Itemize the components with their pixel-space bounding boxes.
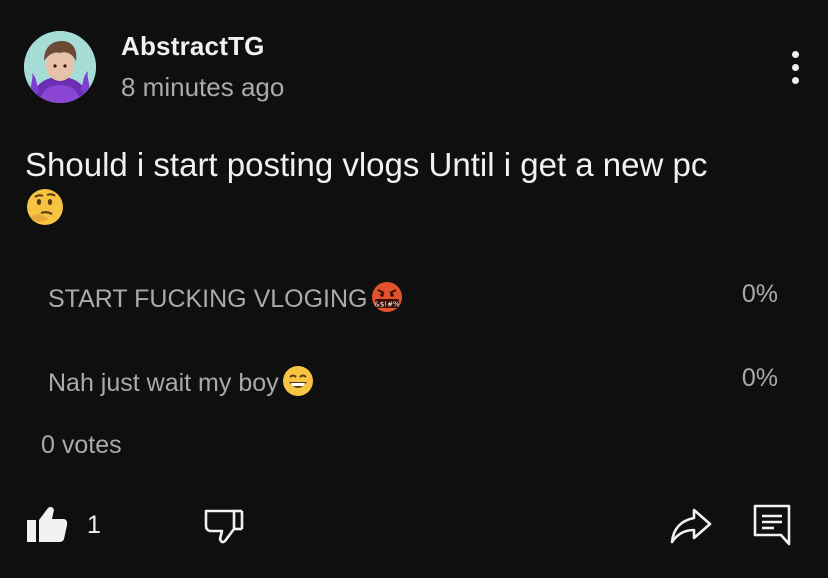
poll-option-percent: 0% [741, 364, 778, 392]
vote-count: 0 votes [41, 431, 122, 459]
community-post: AbstractTG 8 minutes ago Should i start … [0, 0, 828, 578]
dislike-button[interactable] [200, 502, 248, 548]
like-count: 1 [87, 511, 101, 539]
svg-text:&$!#%: &$!#% [374, 301, 400, 309]
poll-option-label: Nah just wait my boy [48, 369, 279, 398]
poll-option-label: START FUCKING VLOGING [48, 285, 368, 314]
thumbs-down-icon [204, 509, 244, 544]
comment-button[interactable] [752, 502, 792, 548]
like-button[interactable] [24, 502, 74, 548]
post-text: Should i start posting vlogs Until i get… [25, 146, 708, 183]
more-vert-icon [792, 51, 799, 58]
share-button[interactable] [668, 504, 716, 548]
thumbs-up-icon [27, 506, 68, 542]
share-icon [670, 508, 712, 544]
poll-option[interactable]: START FUCKING VLOGING &$!#% 0% [24, 266, 804, 326]
post-timestamp: 8 minutes ago [121, 72, 285, 102]
grinning-face-icon [281, 364, 315, 405]
author-name[interactable]: AbstractTG [121, 31, 265, 62]
face-with-symbols-on-mouth-icon: &$!#% [370, 280, 404, 321]
comment-icon [753, 504, 791, 546]
poll-option-percent: 0% [741, 280, 778, 308]
more-options-button[interactable] [780, 48, 812, 88]
avatar[interactable] [24, 31, 96, 103]
post-body: Should i start posting vlogs Until i get… [25, 143, 805, 238]
poll-option[interactable]: Nah just wait my boy 0% [24, 350, 804, 410]
thinking-face-icon [25, 187, 65, 238]
